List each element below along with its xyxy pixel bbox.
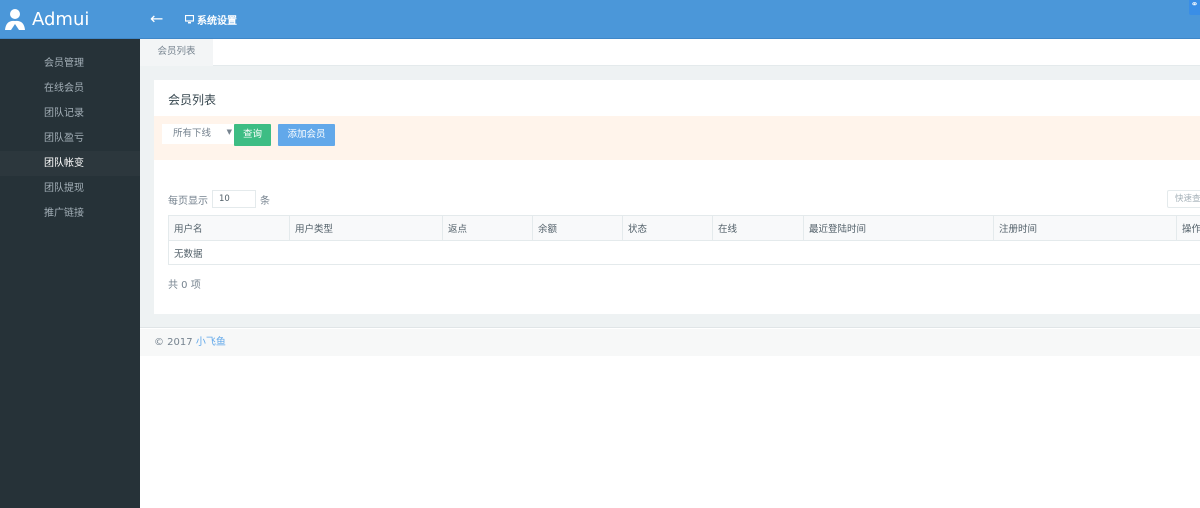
empty-message: 无数据 (168, 240, 1200, 265)
col-balance[interactable]: 余额 (532, 215, 623, 241)
sidebar: 会员管理 在线会员 团队记录 团队盈亏 团队帐变 团队提现 推广链接 (0, 39, 140, 508)
col-registered[interactable]: 注册时间 (993, 215, 1177, 241)
page-size-input[interactable]: 10 (212, 190, 256, 208)
page-size-control: 每页显示 10 条 (168, 190, 270, 208)
content-area: 会员列表 所有下线 ▼ 查询 添加会员 每页显示 10 条 快速查询 用户名 用户… (140, 66, 1200, 328)
member-table: 用户名 用户类型 返点 余额 状态 在线 最近登陆时间 注册时间 操作 无数据 (168, 215, 1200, 265)
col-actions: 操作 (1176, 215, 1200, 241)
sidebar-item-member-management[interactable]: 会员管理 (0, 51, 140, 76)
col-status[interactable]: 状态 (622, 215, 713, 241)
brand-name: Admui (32, 8, 90, 30)
col-rebate[interactable]: 返点 (442, 215, 533, 241)
sidebar-item-promo-link[interactable]: 推广链接 (0, 201, 140, 226)
col-last-login[interactable]: 最近登陆时间 (803, 215, 994, 241)
sidebar-item-team-withdrawals[interactable]: 团队提现 (0, 176, 140, 201)
copyright: © 2017 (154, 337, 193, 348)
brand[interactable]: Admui (0, 0, 140, 38)
table-header-row: 用户名 用户类型 返点 余额 状态 在线 最近登陆时间 注册时间 操作 (168, 215, 1200, 241)
footer-link[interactable]: 小飞鱼 (196, 337, 226, 348)
col-username[interactable]: 用户名 (168, 215, 290, 241)
panel-title: 会员列表 (168, 93, 217, 107)
page-size-suffix: 条 (260, 195, 270, 207)
total-count: 共 0 项 (168, 280, 201, 291)
arrow-left-icon[interactable]: ← (150, 9, 163, 28)
select-value: 所有下线 (173, 128, 212, 139)
quick-search-input[interactable]: 快速查询 (1167, 190, 1200, 208)
caret-down-icon: ▼ (226, 128, 232, 136)
member-list-panel: 会员列表 所有下线 ▼ 查询 添加会员 每页显示 10 条 快速查询 用户名 用户… (154, 80, 1200, 314)
add-member-button[interactable]: 添加会员 (278, 124, 335, 146)
downline-select[interactable]: 所有下线 ▼ (162, 124, 234, 144)
query-button[interactable]: 查询 (234, 124, 271, 146)
table-row: 无数据 (168, 240, 1200, 265)
col-online[interactable]: 在线 (712, 215, 804, 241)
top-navbar: Admui ← 系统设置 ⚭ (0, 0, 1200, 39)
tab-member-list[interactable]: 会员列表 (140, 39, 213, 66)
col-user-type[interactable]: 用户类型 (289, 215, 443, 241)
footer: © 2017 小飞鱼 (140, 329, 1200, 356)
sidebar-item-team-account-changes[interactable]: 团队帐变 (0, 151, 140, 176)
link-icon[interactable]: ⚭ (1189, 0, 1200, 15)
sidebar-item-online-members[interactable]: 在线会员 (0, 76, 140, 101)
sidebar-item-team-records[interactable]: 团队记录 (0, 101, 140, 126)
page-size-prefix: 每页显示 (168, 195, 208, 207)
breadcrumb-label: 系统设置 (197, 16, 237, 27)
user-logo-icon (5, 9, 25, 30)
breadcrumb-system-settings[interactable]: 系统设置 (185, 12, 237, 27)
monitor-icon (185, 15, 194, 24)
sidebar-item-team-profit-loss[interactable]: 团队盈亏 (0, 126, 140, 151)
tab-bar: 会员列表 (140, 39, 1200, 66)
filter-bar: 所有下线 ▼ 查询 添加会员 (154, 116, 1200, 160)
